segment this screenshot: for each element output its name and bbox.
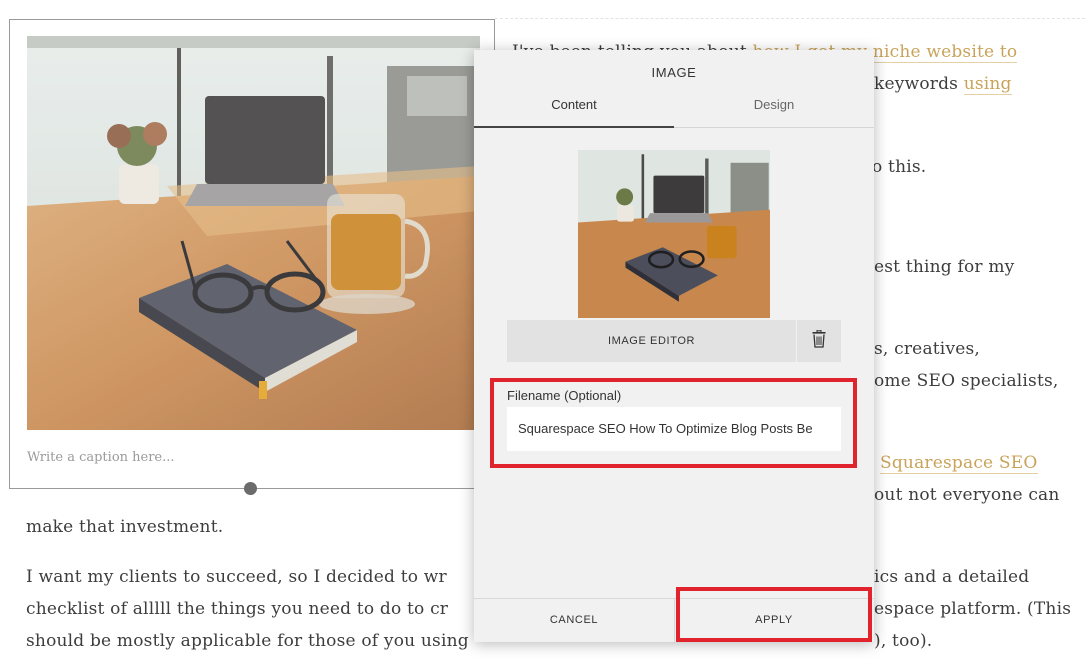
article-text: keywords <box>874 74 964 94</box>
image-thumbnail[interactable] <box>578 150 770 318</box>
caption-placeholder[interactable]: Write a caption here... <box>27 450 175 465</box>
image-settings-dialog: IMAGE Content Design IMAGE EDITOR Filena… <box>474 50 874 642</box>
article-line-10: I want my clients to succeed, so I decid… <box>26 567 447 587</box>
article-link-squarespace-seo[interactable]: Squarespace SEO <box>880 453 1038 474</box>
article-line-7: Squarespace SEO <box>880 452 1038 474</box>
highlight-box-filename <box>490 378 857 468</box>
cancel-button[interactable]: CANCEL <box>474 599 674 642</box>
article-line-6: ome SEO specialists, <box>874 371 1059 391</box>
image-editor-button[interactable]: IMAGE EDITOR <box>507 320 796 362</box>
article-line-11-tail: espace platform. (This <box>874 599 1072 619</box>
article-line-9: make that investment. <box>26 517 224 537</box>
trash-icon <box>812 329 826 353</box>
article-line-8: out not everyone can <box>874 485 1060 505</box>
article-line-4: est thing for my <box>874 257 1015 277</box>
resize-handle[interactable] <box>244 482 257 495</box>
article-line-11: checklist of alllll the things you need … <box>26 599 449 619</box>
tab-content[interactable]: Content <box>474 97 674 112</box>
article-line-12: should be mostly applicable for those of… <box>26 631 469 651</box>
tab-design[interactable]: Design <box>674 97 874 112</box>
article-line-2: keywords using <box>874 73 1012 95</box>
article-line-3: o this. <box>872 157 927 177</box>
article-line-10-tail: ics and a detailed <box>874 567 1030 587</box>
blog-image[interactable] <box>27 36 480 430</box>
delete-image-button[interactable] <box>797 320 841 362</box>
article-line-5: s, creatives, <box>874 339 981 359</box>
content-divider <box>495 18 1085 19</box>
article-link-using[interactable]: using <box>963 74 1012 95</box>
dialog-title: IMAGE <box>651 65 697 80</box>
article-line-12-tail: ), too). <box>874 631 933 651</box>
highlight-box-apply <box>676 587 872 642</box>
active-tab-indicator <box>474 126 674 128</box>
image-block[interactable]: Write a caption here... <box>9 19 495 489</box>
